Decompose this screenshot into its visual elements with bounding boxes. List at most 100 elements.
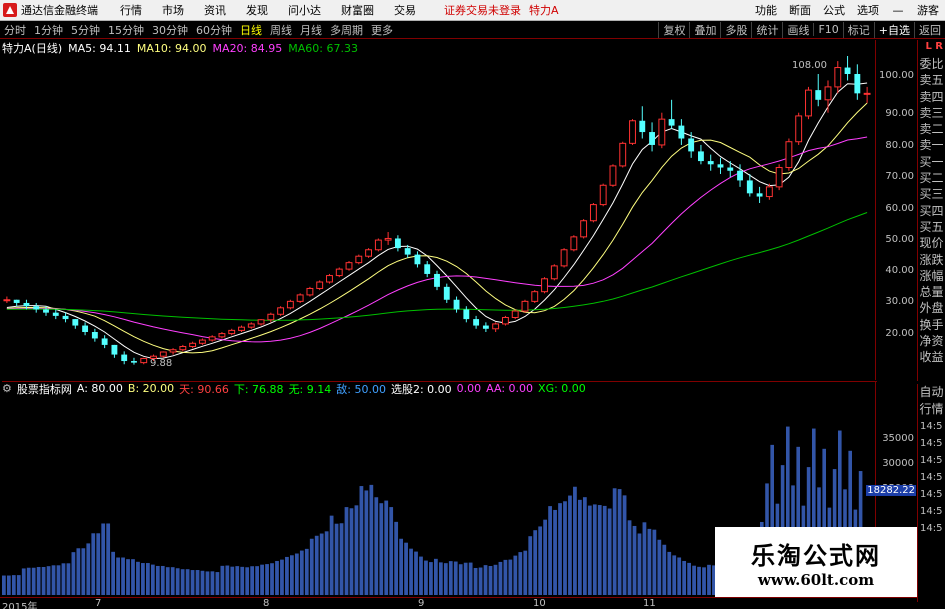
tool-back[interactable]: 返回 bbox=[914, 21, 945, 38]
menu-wenxiaoda[interactable]: 问小达 bbox=[288, 2, 321, 18]
candle-body bbox=[765, 186, 773, 198]
minimize-icon[interactable]: — bbox=[891, 4, 905, 17]
tab-30min[interactable]: 30分钟 bbox=[148, 22, 192, 38]
tool-tongji[interactable]: 统计 bbox=[751, 21, 782, 38]
tick-time: 14:5 bbox=[920, 438, 943, 449]
candle-body bbox=[228, 329, 236, 335]
indicator-a: A: 80.00 bbox=[76, 382, 123, 395]
candle-body bbox=[247, 323, 255, 328]
volume-bar bbox=[309, 538, 314, 595]
indicator-gear-icon[interactable]: ⚙ bbox=[2, 382, 12, 395]
menu-hangqing[interactable]: 行情 bbox=[120, 2, 142, 18]
candle-body bbox=[511, 310, 519, 318]
candle-body bbox=[707, 161, 714, 165]
candle-body bbox=[140, 357, 148, 364]
volume-bar bbox=[121, 557, 125, 595]
price-tick: 70.00 bbox=[885, 171, 914, 182]
tab-monthly[interactable]: 月线 bbox=[296, 22, 326, 38]
volume-bar bbox=[36, 566, 41, 595]
tab-multi-period[interactable]: 多周期 bbox=[326, 22, 367, 38]
tool-gongneng[interactable]: 功能 bbox=[755, 2, 777, 18]
volume-bar bbox=[265, 564, 269, 595]
tab-1min[interactable]: 1分钟 bbox=[30, 22, 67, 38]
tool-fuquan[interactable]: 复权 bbox=[658, 21, 689, 38]
volume-bar bbox=[76, 548, 81, 595]
candle-body bbox=[306, 287, 314, 296]
candle-body bbox=[580, 220, 588, 238]
trade-login-status[interactable]: 证券交易未登录 bbox=[444, 2, 521, 18]
side-auto[interactable]: 自动 bbox=[918, 384, 945, 401]
volume-bar bbox=[434, 558, 438, 595]
menu-shichang[interactable]: 市场 bbox=[162, 2, 184, 18]
volume-bar bbox=[617, 489, 622, 595]
tool-f10[interactable]: F10 bbox=[813, 23, 842, 36]
candlestick-chart[interactable]: 108.00 9.88 bbox=[0, 56, 875, 378]
candle-body bbox=[717, 164, 724, 168]
tab-more[interactable]: 更多 bbox=[367, 22, 397, 38]
tick-time: 14:5 bbox=[920, 523, 943, 534]
volume-bar bbox=[582, 497, 587, 595]
candle-body bbox=[639, 120, 646, 133]
candle-body bbox=[189, 342, 197, 348]
date-label: 8 bbox=[263, 598, 270, 609]
tool-add-watchlist[interactable]: +自选 bbox=[873, 21, 914, 38]
candle-body bbox=[267, 313, 275, 321]
volume-bar bbox=[131, 559, 135, 595]
menu-caifuquan[interactable]: 财富圈 bbox=[341, 2, 374, 18]
user-label[interactable]: 游客 bbox=[917, 2, 939, 18]
volume-bar bbox=[409, 548, 413, 595]
volume-bar bbox=[468, 562, 473, 595]
tool-duogu[interactable]: 多股 bbox=[720, 21, 751, 38]
tab-5min[interactable]: 5分钟 bbox=[67, 22, 104, 38]
volume-bar bbox=[146, 563, 150, 595]
candle-body bbox=[218, 333, 226, 338]
tab-daily[interactable]: 日线 bbox=[236, 22, 266, 38]
candle-body bbox=[101, 338, 108, 345]
ma60-line bbox=[6, 212, 868, 321]
volume-bar bbox=[2, 575, 6, 595]
candle-body bbox=[257, 319, 265, 325]
tab-15min[interactable]: 15分钟 bbox=[104, 22, 148, 38]
tool-duanmian[interactable]: 断面 bbox=[789, 2, 811, 18]
candle-body bbox=[72, 319, 79, 326]
candle-body bbox=[727, 167, 734, 171]
candle-body bbox=[434, 273, 440, 287]
period-bar: 分时 1分钟 5分钟 15分钟 30分钟 60分钟 日线 周线 月线 多周期 更… bbox=[0, 21, 945, 39]
candle-body bbox=[599, 184, 607, 206]
volume-bar bbox=[587, 505, 592, 595]
volume-bar bbox=[160, 565, 165, 595]
tool-gongshi[interactable]: 公式 bbox=[823, 2, 845, 18]
volume-bar bbox=[627, 520, 632, 595]
tick-time: 14:5 bbox=[920, 472, 943, 483]
tool-diejia[interactable]: 叠加 bbox=[689, 21, 720, 38]
candle-body bbox=[688, 138, 695, 152]
volume-bar bbox=[548, 506, 552, 595]
candle-body bbox=[824, 86, 832, 101]
tool-huaxian[interactable]: 画线 bbox=[782, 21, 813, 38]
candle-body bbox=[23, 302, 30, 307]
menu-faxian[interactable]: 发现 bbox=[246, 2, 268, 18]
candle-body bbox=[678, 125, 685, 139]
candle-body bbox=[775, 167, 783, 188]
volume-bar bbox=[503, 559, 508, 595]
candle-body bbox=[198, 339, 206, 344]
menu-zixun[interactable]: 资讯 bbox=[204, 2, 226, 18]
tool-biaoji[interactable]: 标记 bbox=[842, 21, 874, 38]
volume-bar bbox=[141, 563, 145, 595]
side-quote[interactable]: 行情 bbox=[918, 401, 945, 418]
tab-60min[interactable]: 60分钟 bbox=[192, 22, 236, 38]
side-panel-header[interactable]: L R bbox=[918, 40, 945, 56]
candle-body bbox=[805, 89, 812, 117]
candle-body bbox=[13, 299, 20, 303]
legend-stock-name: 特力A(日线) bbox=[2, 42, 63, 55]
price-tick: 100.00 bbox=[879, 70, 914, 81]
tool-xuanxiang[interactable]: 选项 bbox=[857, 2, 879, 18]
tab-weekly[interactable]: 周线 bbox=[266, 22, 296, 38]
tab-fenshi[interactable]: 分时 bbox=[0, 22, 30, 38]
candle-body bbox=[746, 180, 753, 194]
menu-jiaoyi[interactable]: 交易 bbox=[394, 2, 416, 18]
candle-body bbox=[473, 319, 480, 326]
candle-body bbox=[179, 346, 187, 351]
candle-body bbox=[111, 344, 118, 355]
volume-bar bbox=[81, 548, 86, 595]
